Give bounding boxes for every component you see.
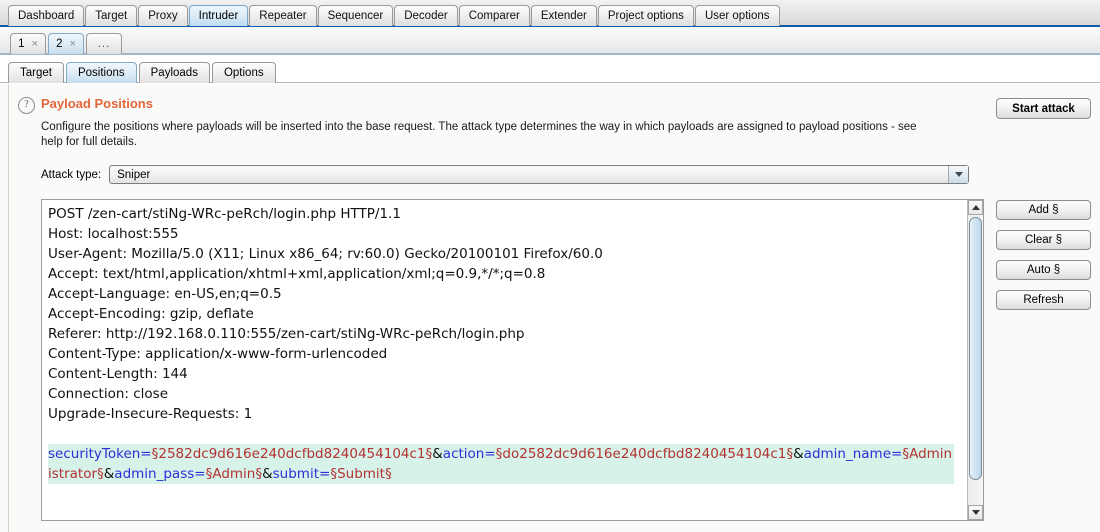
payload-marker-buttons: Add § Clear § Auto § Refresh xyxy=(996,200,1091,320)
tab-options[interactable]: Options xyxy=(212,62,276,83)
attack-type-row: Attack type: Sniper xyxy=(41,165,969,184)
request-header-line: Host: localhost:555 xyxy=(48,224,954,244)
close-icon[interactable]: × xyxy=(31,34,37,54)
request-header-line: Accept-Language: en-US,en;q=0.5 xyxy=(48,284,954,304)
main-tab-proxy[interactable]: Proxy xyxy=(138,5,187,26)
request-text[interactable]: POST /zen-cart/stiNg-WRc-peRch/login.php… xyxy=(42,200,960,520)
attack-tab-1[interactable]: 1× xyxy=(10,33,46,54)
request-header-line: Accept-Encoding: gzip, deflate xyxy=(48,304,954,324)
request-scrollbar[interactable] xyxy=(967,200,983,520)
scroll-up-arrow-icon[interactable] xyxy=(968,200,983,215)
button-clear[interactable]: Clear § xyxy=(996,230,1091,250)
button-auto[interactable]: Auto § xyxy=(996,260,1091,280)
payload-position-marker: §2582dc9d616e240dcfbd8240454104c1§ xyxy=(152,446,433,462)
main-tab-target[interactable]: Target xyxy=(85,5,137,26)
request-body-segment: & xyxy=(793,446,804,462)
start-attack-button[interactable]: Start attack xyxy=(996,98,1091,119)
main-tab-project-options[interactable]: Project options xyxy=(598,5,694,26)
request-header-line: Content-Length: 144 xyxy=(48,364,954,384)
request-body-segment: & xyxy=(432,446,443,462)
request-header-line: POST /zen-cart/stiNg-WRc-peRch/login.php… xyxy=(48,204,954,224)
main-tab-comparer[interactable]: Comparer xyxy=(459,5,530,26)
main-tab-sequencer[interactable]: Sequencer xyxy=(318,5,394,26)
request-body-segment: action= xyxy=(443,446,496,462)
request-body-segment: admin_pass= xyxy=(114,466,205,482)
request-header-line: User-Agent: Mozilla/5.0 (X11; Linux x86_… xyxy=(48,244,954,264)
intruder-sub-tab-bar: TargetPositionsPayloadsOptions xyxy=(0,57,1100,83)
main-tab-repeater[interactable]: Repeater xyxy=(249,5,316,26)
chevron-down-icon[interactable] xyxy=(948,166,968,183)
tab-positions[interactable]: Positions xyxy=(66,62,137,83)
payload-position-marker: §Submit§ xyxy=(330,466,391,482)
request-body-segment: & xyxy=(262,466,273,482)
request-body-segment: & xyxy=(104,466,115,482)
help-icon[interactable]: ? xyxy=(18,97,35,114)
attack-type-value: Sniper xyxy=(110,169,150,181)
request-body-segment: securityToken= xyxy=(48,446,152,462)
request-body-segment: submit= xyxy=(273,466,331,482)
scroll-down-arrow-icon[interactable] xyxy=(968,505,983,520)
request-header-line: Referer: http://192.168.0.110:555/zen-ca… xyxy=(48,324,954,344)
close-icon[interactable]: × xyxy=(69,34,75,54)
attack-type-select[interactable]: Sniper xyxy=(109,165,969,184)
main-tab-intruder[interactable]: Intruder xyxy=(189,5,249,26)
payload-positions-panel: ? Payload Positions Configure the positi… xyxy=(0,84,1100,532)
attack-tab-bar: 1×2×... xyxy=(0,27,1100,55)
main-tab-dashboard[interactable]: Dashboard xyxy=(8,5,84,26)
panel-body: ? Payload Positions Configure the positi… xyxy=(8,84,1100,532)
request-header-line: Accept: text/html,application/xhtml+xml,… xyxy=(48,264,954,284)
page-title: Payload Positions xyxy=(41,96,153,111)
main-tab-bar: DashboardTargetProxyIntruderRepeaterSequ… xyxy=(0,0,1100,27)
tab-payloads[interactable]: Payloads xyxy=(139,62,210,83)
tab-target[interactable]: Target xyxy=(8,62,64,83)
panel-description: Configure the positions where payloads w… xyxy=(41,120,941,150)
attack-tab-2[interactable]: 2× xyxy=(48,33,84,54)
main-tab-extender[interactable]: Extender xyxy=(531,5,597,26)
button-refresh[interactable]: Refresh xyxy=(996,290,1091,310)
attack-tab-label: 2 xyxy=(56,34,62,54)
main-tab-user-options[interactable]: User options xyxy=(695,5,780,26)
request-header-line: Upgrade-Insecure-Requests: 1 xyxy=(48,404,954,424)
payload-position-marker: §Admin§ xyxy=(206,466,263,482)
new-attack-tab-button[interactable]: ... xyxy=(86,33,122,54)
main-tab-decoder[interactable]: Decoder xyxy=(394,5,457,26)
request-body-segment: admin_name= xyxy=(804,446,903,462)
scrollbar-thumb[interactable] xyxy=(969,217,982,480)
attack-tab-label: 1 xyxy=(18,34,24,54)
attack-type-label: Attack type: xyxy=(41,169,101,181)
request-blank-line xyxy=(48,424,954,444)
payload-position-marker: §do2582dc9d616e240dcfbd8240454104c1§ xyxy=(496,446,793,462)
button-add[interactable]: Add § xyxy=(996,200,1091,220)
request-header-line: Connection: close xyxy=(48,384,954,404)
request-body[interactable]: securityToken=§2582dc9d616e240dcfbd82404… xyxy=(48,444,954,484)
request-editor[interactable]: POST /zen-cart/stiNg-WRc-peRch/login.php… xyxy=(41,199,984,521)
request-header-line: Content-Type: application/x-www-form-url… xyxy=(48,344,954,364)
